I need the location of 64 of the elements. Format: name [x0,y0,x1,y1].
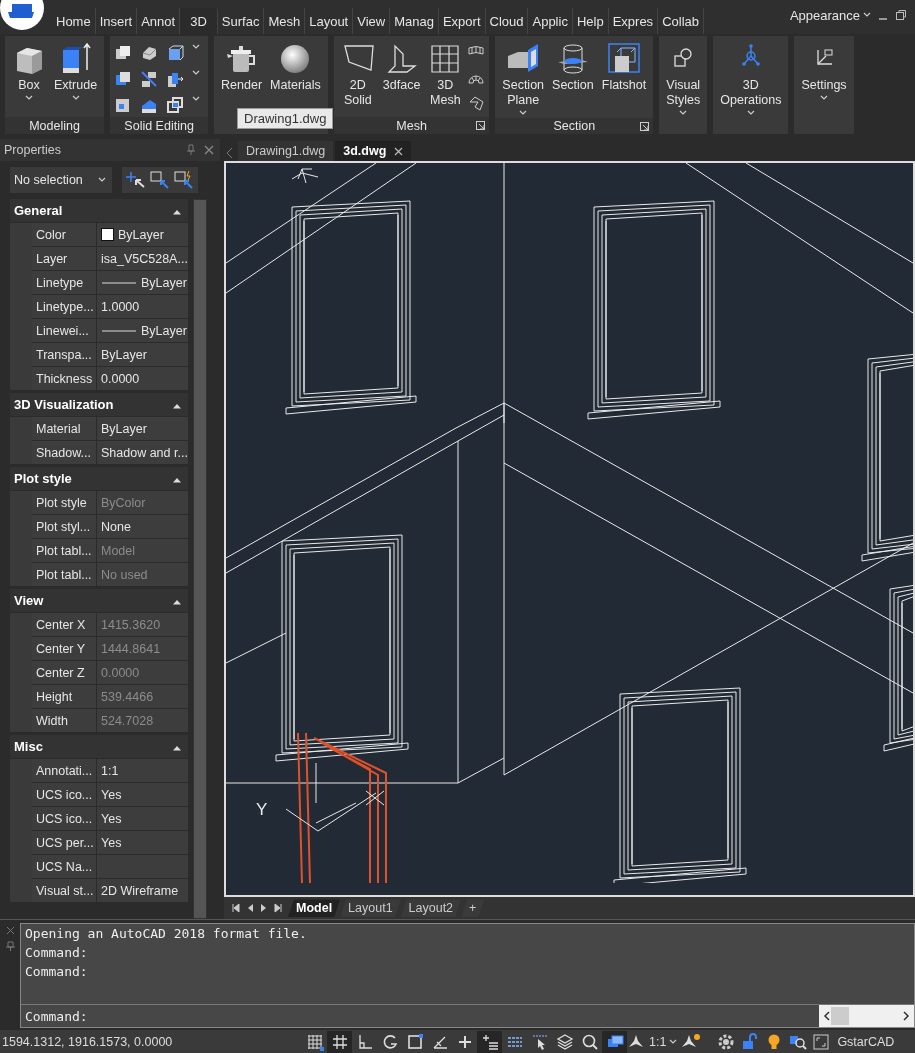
property-label: Height [32,685,96,709]
property-label: UCS per... [32,831,96,855]
property-value: ByLayer [141,276,187,290]
property-value: Yes [101,836,122,850]
property-value: Shadow and r... [101,446,188,460]
property-value: ByLayer [118,228,164,242]
property-label: Width [32,709,96,733]
panel-title: Solid Editing [124,118,194,133]
property-label: Linetype [32,271,96,295]
axis-label: Y [256,800,268,820]
property-label: Material [32,417,96,441]
section-header: General [14,203,63,219]
property-value: ByLayer [141,324,187,338]
property-value: 0.0000 [101,666,140,680]
property-value: None [101,520,131,534]
property-label: Layer [32,247,96,271]
property-value: ByLayer [101,422,147,436]
property-label: Shadow... [32,441,96,465]
property-value: 1.0000 [101,300,140,314]
panel-title: Mesh [396,118,427,133]
property-label: Center Z [32,661,96,685]
coordinates: 1594.1312, 1916.1573, 0.0000 [2,1034,174,1049]
section-header: View [14,593,44,609]
property-value: Yes [101,812,122,826]
brand-label: GstarCAD [837,1034,895,1049]
property-label: Center Y [32,637,96,661]
property-label: UCS Na... [32,855,96,879]
property-label: Center X [32,613,96,637]
command-history-line: Command: [25,945,89,961]
property-value: 1:1 [101,764,119,778]
property-label: Plot tabl... [32,563,96,587]
property-value: 539.4466 [101,690,154,704]
panel-title: Modeling [29,118,80,133]
section-header: Misc [14,739,43,755]
panel-title: Properties [4,143,62,158]
panel-title: Section [553,119,596,134]
property-value: 524.7028 [101,714,154,728]
section-header: 3D Visualization [14,397,114,413]
property-label: Annotati... [32,759,96,783]
property-value: 0.0000 [101,372,140,386]
property-label: Thickness [32,367,96,391]
property-label: Color [32,223,96,247]
property-label: UCS ico... [32,807,96,831]
property-value: ByColor [101,496,146,510]
property-value: No used [101,568,148,582]
command-history-line: Command: [25,964,89,980]
property-label: Plot styl... [32,515,96,539]
property-label: UCS ico... [32,783,96,807]
property-label: Transpa... [32,343,96,367]
property-label: Plot style [32,491,96,515]
command-history-line: Opening an AutoCAD 2018 format file. [25,926,308,942]
tooltip: Drawing1.dwg [237,108,334,130]
property-value: ByLayer [101,348,147,362]
property-value: Yes [101,788,122,802]
property-value: 2D Wireframe [101,884,179,898]
property-value: isa_V5C528A... [101,252,188,266]
property-value: 1444.8641 [101,642,161,656]
section-header: Plot style [14,471,72,487]
property-label: Visual st... [32,879,96,903]
property-value: Model [101,544,136,558]
property-value: 1415.3620 [101,618,161,632]
property-label: Plot tabl... [32,539,96,563]
property-label: Linewei... [32,319,96,343]
property-label: Linetype... [32,295,96,319]
